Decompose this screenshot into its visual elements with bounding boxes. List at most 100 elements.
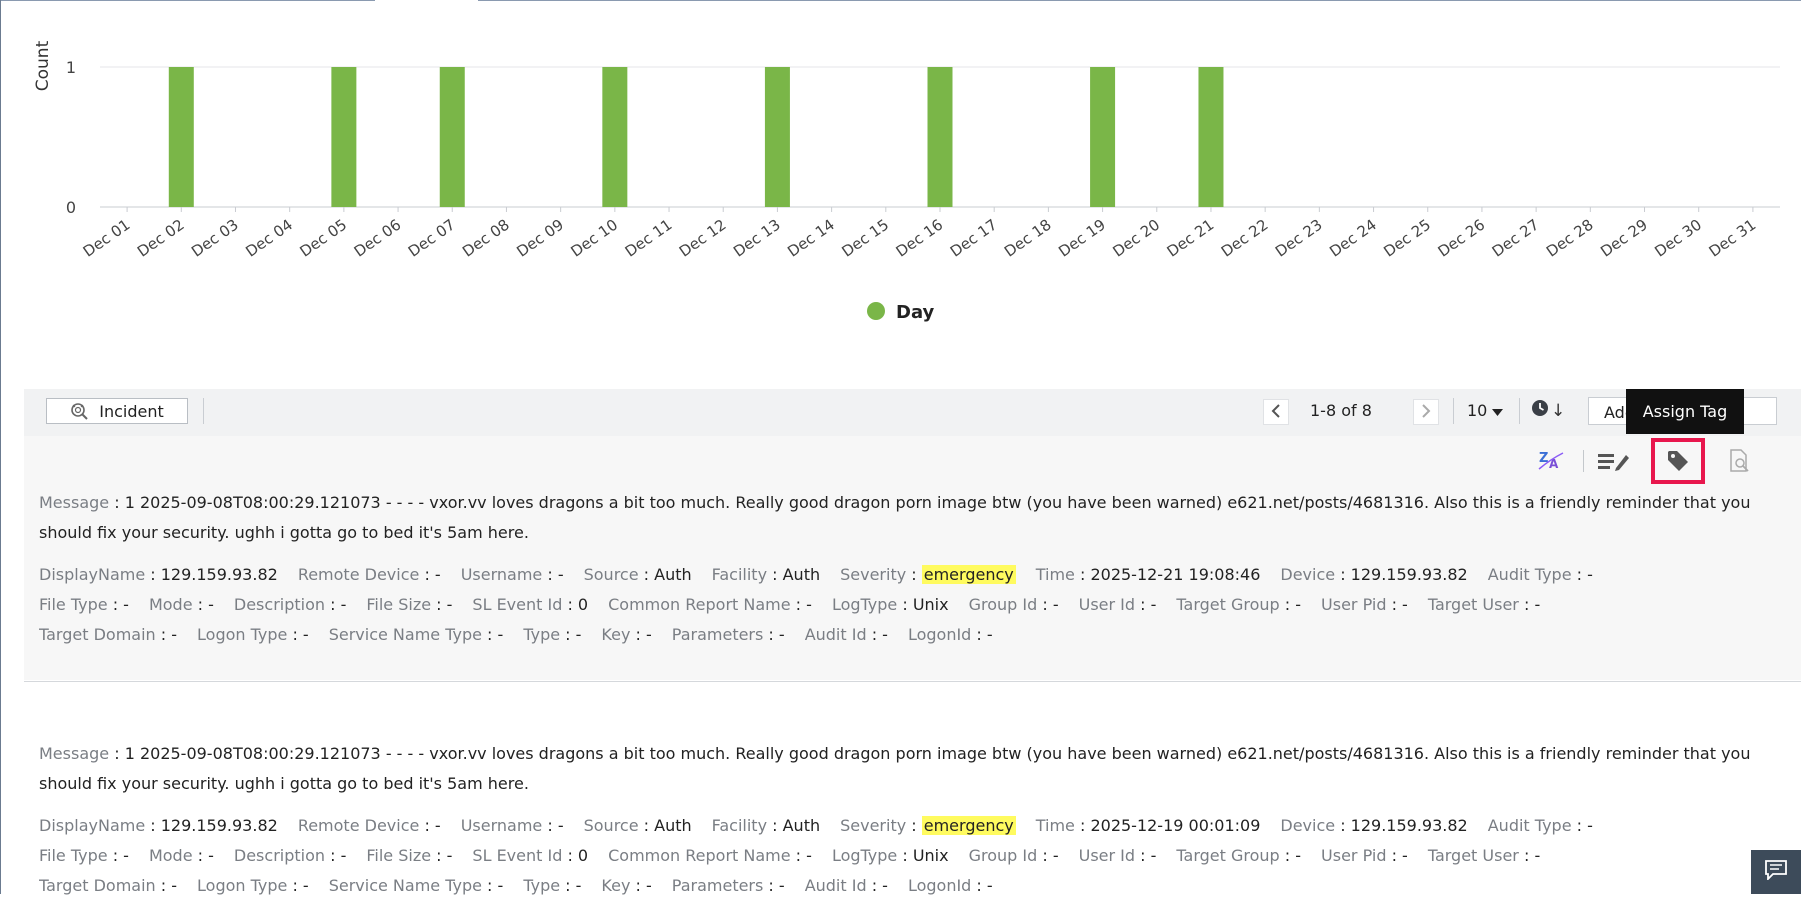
y-tick-label: 0 (66, 198, 76, 217)
field-value[interactable]: - (498, 876, 504, 895)
field-value[interactable]: - (1053, 595, 1059, 614)
field-value[interactable]: - (303, 876, 309, 895)
field-value[interactable]: - (987, 876, 993, 895)
field-value[interactable]: - (1402, 595, 1408, 614)
field-value[interactable]: - (171, 625, 177, 644)
field-value[interactable]: - (576, 625, 582, 644)
x-tick-label: Dec 09 (513, 216, 567, 261)
field-pair: Source : Auth (583, 565, 692, 584)
field-value[interactable]: 2025-12-21 19:08:46 (1090, 565, 1260, 584)
field-pair: Device : 129.159.93.82 (1280, 565, 1468, 584)
field-value[interactable]: - (1587, 816, 1593, 835)
x-tick-label: Dec 25 (1380, 216, 1434, 261)
field-value[interactable]: 129.159.93.82 (1351, 816, 1468, 835)
next-page-button[interactable] (1413, 399, 1439, 425)
field-pair: Target User : - (1427, 846, 1541, 865)
field-pair: Facility : Auth (711, 565, 821, 584)
field-value[interactable]: - (646, 625, 652, 644)
field-value[interactable]: - (447, 846, 453, 865)
field-pair: Common Report Name : - (608, 846, 812, 865)
field-value[interactable]: - (558, 816, 564, 835)
field-value[interactable]: - (435, 565, 441, 584)
field-value[interactable]: 2025-12-19 00:01:09 (1090, 816, 1260, 835)
field-value[interactable]: - (171, 876, 177, 895)
field-value[interactable]: - (779, 625, 785, 644)
x-tick-label: Dec 15 (838, 216, 892, 261)
record-message: Message : 1 2025-09-08T08:00:29.121073 -… (39, 493, 1751, 542)
field-value[interactable]: - (123, 846, 129, 865)
bar[interactable] (927, 67, 953, 207)
per-page-select[interactable]: 10 (1467, 401, 1504, 420)
bar[interactable] (168, 67, 194, 207)
field-key: Remote Device (297, 816, 420, 835)
field-key: Parameters (671, 876, 764, 895)
bar[interactable] (331, 67, 357, 207)
translate-icon[interactable]: Z A (1538, 449, 1564, 475)
field-value[interactable]: - (208, 846, 214, 865)
field-value[interactable]: - (882, 876, 888, 895)
bar[interactable] (1198, 67, 1224, 207)
field-value[interactable]: - (1587, 565, 1593, 584)
edit-icon[interactable] (1598, 451, 1630, 475)
field-value[interactable]: - (303, 625, 309, 644)
assign-tag-tooltip: Assign Tag (1626, 389, 1744, 434)
field-value[interactable]: - (208, 595, 214, 614)
field-value[interactable]: emergency (921, 816, 1016, 835)
field-value[interactable]: - (498, 625, 504, 644)
field-value[interactable]: - (779, 876, 785, 895)
x-tick-label: Dec 04 (242, 216, 296, 261)
field-value[interactable]: - (1151, 846, 1157, 865)
bar[interactable] (439, 67, 465, 207)
per-page-value: 10 (1467, 401, 1488, 420)
field-pair: File Size : - (366, 595, 453, 614)
field-key: Common Report Name (608, 595, 791, 614)
incident-button[interactable]: Incident (46, 398, 188, 424)
field-value[interactable]: - (341, 595, 347, 614)
legend-swatch[interactable] (867, 302, 885, 320)
field-value[interactable]: - (987, 625, 993, 644)
field-key: Service Name Type (328, 625, 482, 644)
bar[interactable] (764, 67, 790, 207)
field-value[interactable]: Auth (654, 565, 692, 584)
field-value[interactable]: - (341, 846, 347, 865)
field-value[interactable]: - (646, 876, 652, 895)
legend-label[interactable]: Day (896, 302, 935, 323)
bar[interactable] (1090, 67, 1116, 207)
field-value[interactable]: - (576, 876, 582, 895)
field-value[interactable]: 129.159.93.82 (1351, 565, 1468, 584)
field-value[interactable]: - (447, 595, 453, 614)
field-value[interactable]: - (1534, 846, 1540, 865)
chevron-left-icon (1271, 403, 1281, 422)
chat-button[interactable] (1751, 850, 1801, 894)
field-value[interactable]: - (882, 625, 888, 644)
field-value[interactable]: 129.159.93.82 (161, 565, 278, 584)
field-value[interactable]: 0 (578, 846, 588, 865)
field-pair: Target Group : - (1176, 595, 1302, 614)
field-value[interactable]: Auth (783, 565, 821, 584)
field-value[interactable]: Unix (913, 595, 949, 614)
field-value[interactable]: - (1295, 595, 1301, 614)
field-value[interactable]: - (558, 565, 564, 584)
field-value[interactable]: - (1534, 595, 1540, 614)
time-sort-button[interactable]: ↓ (1531, 399, 1565, 422)
field-value[interactable]: - (806, 595, 812, 614)
toolbar-divider (1519, 398, 1520, 424)
field-value[interactable]: 129.159.93.82 (161, 816, 278, 835)
field-value[interactable]: - (1402, 846, 1408, 865)
field-value[interactable]: Auth (783, 816, 821, 835)
field-value[interactable]: - (1053, 846, 1059, 865)
field-value[interactable]: Unix (913, 846, 949, 865)
field-value[interactable]: - (806, 846, 812, 865)
field-value[interactable]: - (1151, 595, 1157, 614)
incident-search-icon (70, 402, 92, 420)
field-value[interactable]: 0 (578, 595, 588, 614)
field-pair: Username : - (460, 565, 564, 584)
bar[interactable] (602, 67, 628, 207)
field-value[interactable]: - (123, 595, 129, 614)
document-search-icon[interactable] (1729, 449, 1751, 477)
field-value[interactable]: - (435, 816, 441, 835)
field-value[interactable]: - (1295, 846, 1301, 865)
previous-page-button[interactable] (1263, 399, 1289, 425)
field-value[interactable]: Auth (654, 816, 692, 835)
field-value[interactable]: emergency (921, 565, 1016, 584)
